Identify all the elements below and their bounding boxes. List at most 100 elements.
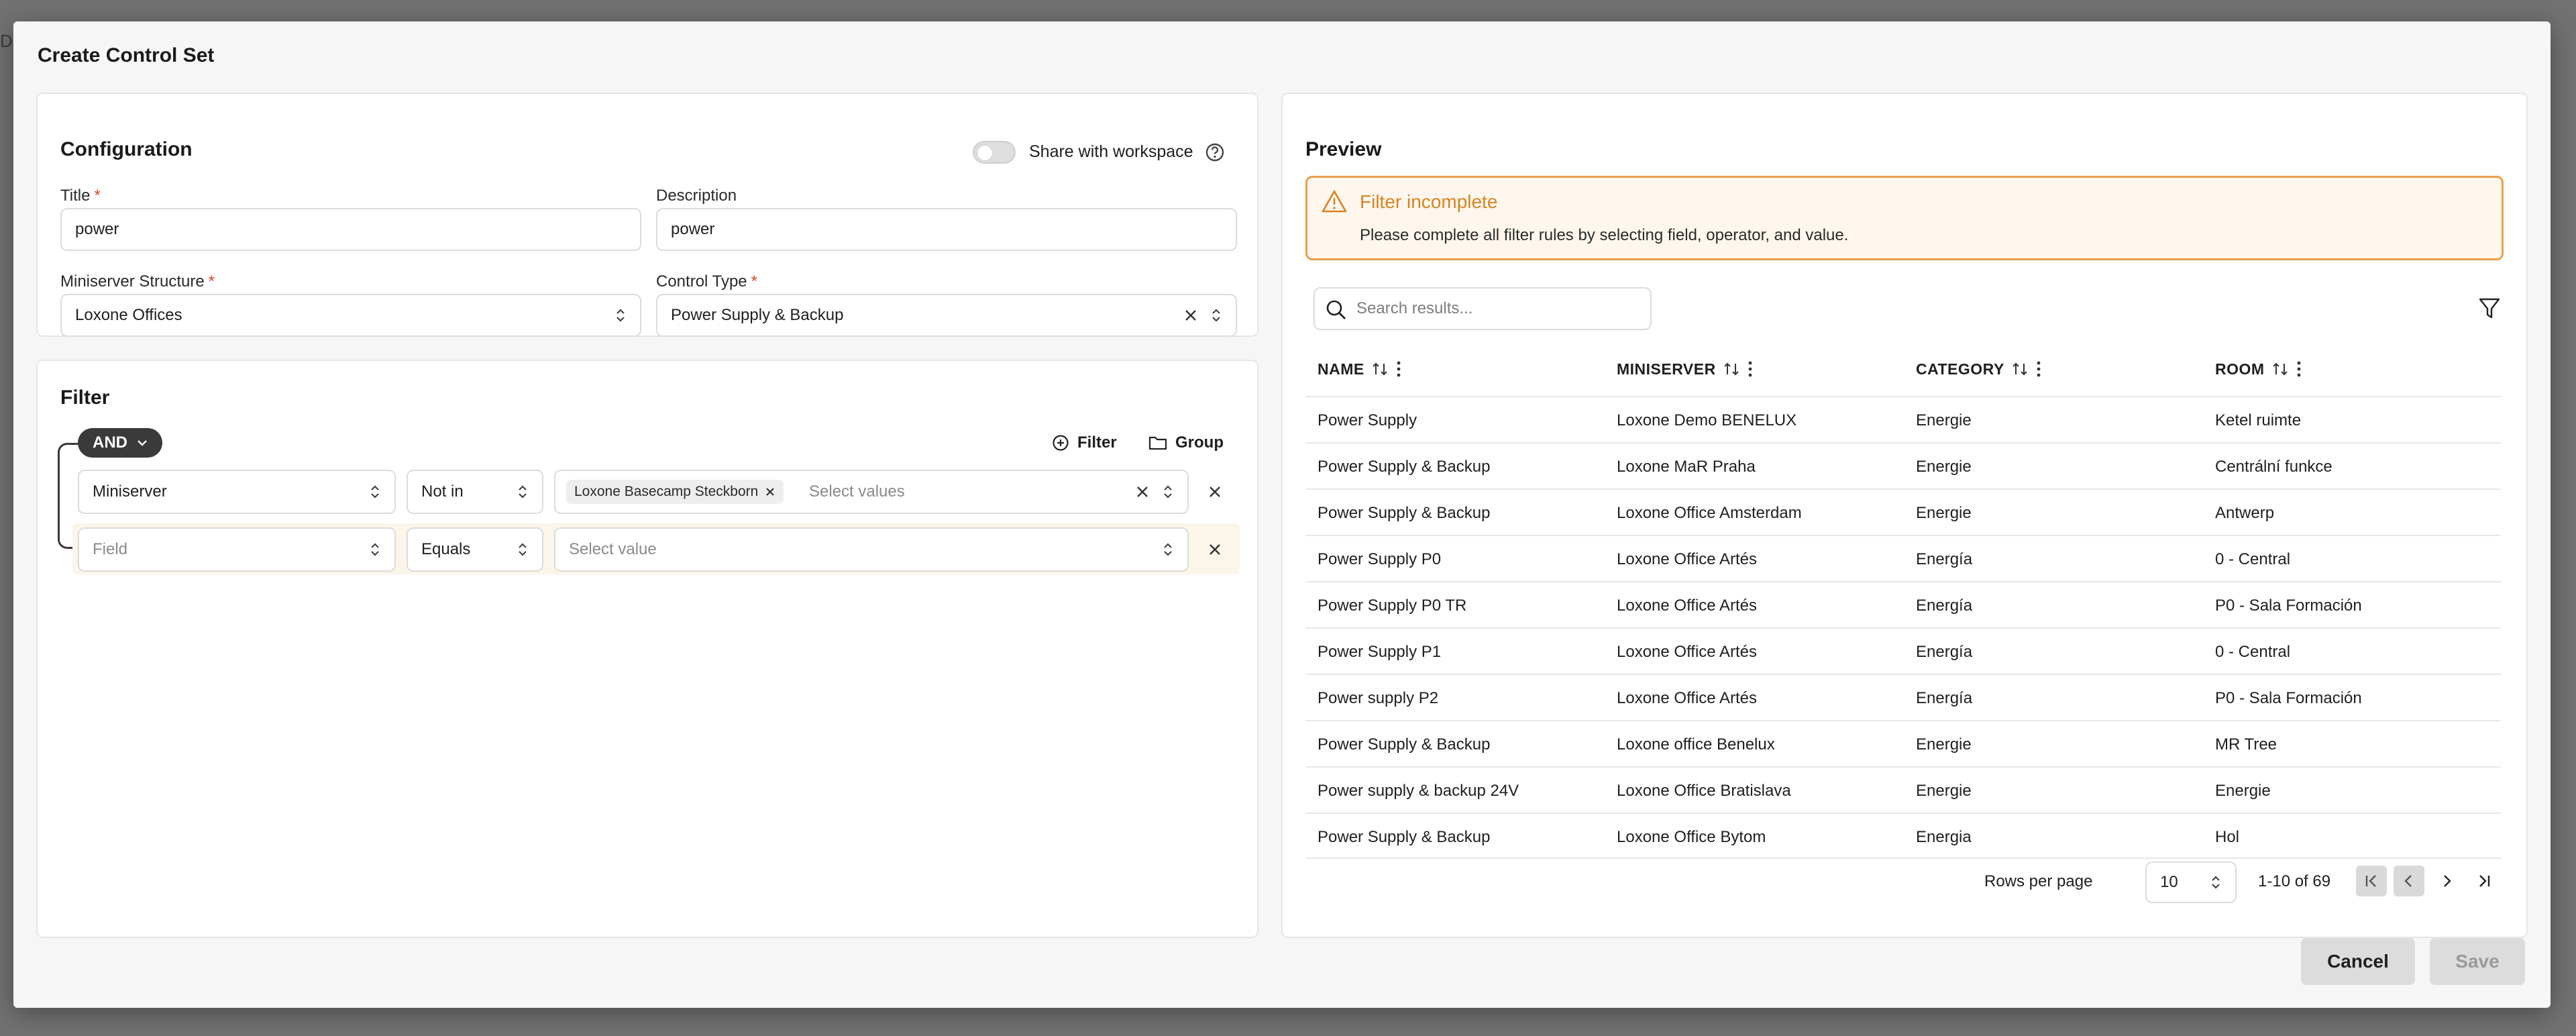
- search-input[interactable]: Search results...: [1313, 287, 1652, 330]
- add-group-button[interactable]: Group: [1148, 433, 1224, 452]
- modal-title: Create Control Set: [38, 44, 215, 66]
- cell-category: Energía: [1916, 550, 1973, 568]
- rule-2-field-select[interactable]: Field: [78, 527, 396, 572]
- rows-per-page-select[interactable]: 10: [2145, 862, 2237, 903]
- rule-2-operator-value: Equals: [421, 540, 471, 558]
- sort-icon[interactable]: [2271, 361, 2289, 377]
- rule-1-operator-select[interactable]: Not in: [407, 470, 543, 514]
- cell-category: Energie: [1916, 411, 1972, 429]
- rule-2-operator-select[interactable]: Equals: [407, 527, 543, 572]
- column-header-miniserver[interactable]: MINISERVER: [1617, 342, 1754, 396]
- cell-room: Centrální funkce: [2215, 457, 2332, 476]
- cell-name: Power Supply: [1318, 411, 1417, 429]
- table-row[interactable]: Power Supply P1 Loxone Office Artés Ener…: [1305, 627, 2501, 674]
- description-input-value: power: [671, 220, 715, 238]
- cell-miniserver: Loxone Office Artés: [1617, 550, 1758, 568]
- rule-1-value-multiselect[interactable]: Loxone Basecamp Steckborn Select values: [554, 470, 1189, 514]
- rule-2-field-placeholder: Field: [93, 540, 128, 558]
- structure-label: Miniserver Structure *: [60, 272, 215, 291]
- cell-category: Energie: [1916, 735, 1972, 754]
- remove-rule-1-icon[interactable]: [1208, 484, 1222, 499]
- rule-1-value-placeholder: Select values: [809, 482, 905, 501]
- clear-icon[interactable]: [1135, 484, 1150, 499]
- page-range-text: 1-10 of 69: [2258, 872, 2331, 890]
- cell-room: P0 - Sala Formación: [2215, 688, 2362, 707]
- search-icon: [1326, 300, 1346, 319]
- first-page-button[interactable]: [2356, 866, 2387, 896]
- description-input[interactable]: power: [656, 208, 1237, 251]
- more-vertical-icon[interactable]: [2035, 360, 2042, 378]
- table-row[interactable]: Power Supply & Backup Loxone office Bene…: [1305, 720, 2501, 766]
- more-vertical-icon[interactable]: [1395, 360, 1402, 378]
- structure-select[interactable]: Loxone Offices: [60, 294, 641, 337]
- column-header-name[interactable]: NAME: [1318, 342, 1402, 396]
- sort-icon[interactable]: [2011, 361, 2029, 377]
- column-header-room[interactable]: ROOM: [2215, 342, 2302, 396]
- clear-icon[interactable]: [1183, 308, 1198, 323]
- search-placeholder: Search results...: [1356, 299, 1473, 317]
- chevron-updown-icon: [1164, 485, 1172, 499]
- next-page-button[interactable]: [2431, 866, 2462, 896]
- table-row[interactable]: Power Supply P0 TR Loxone Office Artés E…: [1305, 581, 2501, 627]
- cell-name: Power supply & backup 24V: [1318, 781, 1519, 800]
- structure-select-value: Loxone Offices: [75, 306, 182, 324]
- filter-card: Filter AND Filter Group Miniserver Not i…: [36, 360, 1258, 938]
- chevron-down-icon: [138, 440, 147, 446]
- control-type-select[interactable]: Power Supply & Backup: [656, 294, 1237, 337]
- cell-category: Energie: [1916, 503, 1972, 522]
- sort-icon[interactable]: [1371, 361, 1389, 377]
- filter-title: Filter: [60, 386, 110, 409]
- table-row[interactable]: Power Supply & Backup Loxone Office Byto…: [1305, 813, 2501, 859]
- description-label: Description: [656, 187, 737, 205]
- chevron-left-icon: [2404, 875, 2412, 887]
- table-row[interactable]: Power Supply & Backup Loxone Office Amst…: [1305, 488, 2501, 535]
- rule-1-field-select[interactable]: Miniserver: [78, 470, 396, 514]
- chevron-updown-icon: [616, 309, 625, 322]
- remove-chip-icon[interactable]: [765, 486, 775, 497]
- table-row[interactable]: Power Supply P0 Loxone Office Artés Ener…: [1305, 535, 2501, 581]
- chevron-updown-icon: [1164, 543, 1172, 556]
- cell-room: P0 - Sala Formación: [2215, 596, 2362, 615]
- selected-value-chip: Loxone Basecamp Steckborn: [566, 480, 784, 504]
- rows-per-page-label: Rows per page: [1984, 872, 2093, 890]
- warning-icon: [1322, 190, 1347, 213]
- sort-icon[interactable]: [1723, 361, 1740, 377]
- chevron-updown-icon: [519, 543, 527, 556]
- cell-room: 0 - Central: [2215, 550, 2291, 568]
- add-filter-button[interactable]: Filter: [1052, 433, 1117, 452]
- prev-page-button[interactable]: [2394, 866, 2424, 896]
- table-row[interactable]: Power supply P2 Loxone Office Artés Ener…: [1305, 674, 2501, 720]
- remove-rule-2-icon[interactable]: [1208, 542, 1222, 557]
- more-vertical-icon[interactable]: [2296, 360, 2302, 378]
- last-page-icon: [2479, 875, 2490, 887]
- share-workspace-toggle[interactable]: [973, 141, 1016, 164]
- table-row[interactable]: Power Supply & Backup Loxone MaR Praha E…: [1305, 442, 2501, 488]
- cell-miniserver: Loxone Office Bytom: [1617, 827, 1766, 846]
- alert-message: Please complete all filter rules by sele…: [1360, 226, 1849, 244]
- rule-1-field-value: Miniserver: [93, 482, 167, 501]
- chevron-updown-icon: [371, 543, 379, 556]
- save-button[interactable]: Save: [2430, 938, 2525, 985]
- more-vertical-icon[interactable]: [1747, 360, 1754, 378]
- table-row[interactable]: Power Supply Loxone Demo BENELUX Energie…: [1305, 396, 2501, 442]
- filter-funnel-icon[interactable]: [2478, 297, 2501, 321]
- last-page-button[interactable]: [2469, 866, 2500, 896]
- cell-miniserver: Loxone office Benelux: [1617, 735, 1775, 754]
- logic-and-toggle[interactable]: AND: [78, 428, 162, 458]
- configuration-title: Configuration: [60, 138, 193, 160]
- control-type-select-value: Power Supply & Backup: [671, 306, 844, 324]
- title-input[interactable]: power: [60, 208, 641, 251]
- column-header-category[interactable]: CATEGORY: [1916, 342, 2042, 396]
- alert-title: Filter incomplete: [1360, 191, 1498, 212]
- chevron-updown-icon: [519, 485, 527, 499]
- cell-room: 0 - Central: [2215, 642, 2291, 661]
- help-icon[interactable]: [1205, 142, 1225, 162]
- create-control-set-dialog: Create Control Set Configuration Share w…: [13, 21, 2551, 1008]
- rule-2-value-select[interactable]: Select value: [554, 527, 1189, 572]
- cell-name: Power Supply P0: [1318, 550, 1442, 568]
- plus-circle-icon: [1053, 435, 1069, 451]
- cancel-button[interactable]: Cancel: [2301, 938, 2415, 985]
- control-type-label: Control Type *: [656, 272, 757, 291]
- table-row[interactable]: Power supply & backup 24V Loxone Office …: [1305, 766, 2501, 813]
- cell-miniserver: Loxone Office Artés: [1617, 642, 1758, 661]
